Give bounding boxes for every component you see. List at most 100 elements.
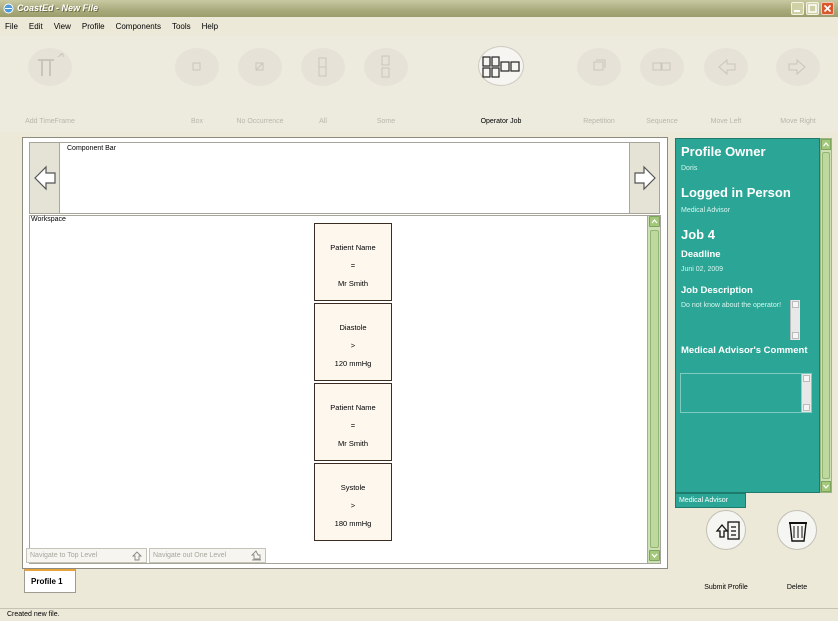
all-label: All — [319, 118, 327, 125]
component-bar-left-button[interactable] — [30, 143, 60, 213]
close-icon — [823, 4, 832, 13]
card-operator: > — [350, 341, 356, 350]
condition-card[interactable]: Systole > 180 mmHg — [314, 463, 392, 541]
deadline-value: Juni 02, 2009 — [681, 266, 724, 273]
comment-scrollbar[interactable] — [801, 374, 811, 412]
submit-profile-button[interactable] — [706, 510, 746, 550]
card-attribute: Patient Name — [330, 403, 376, 412]
all-button[interactable] — [301, 48, 345, 86]
some-button[interactable] — [364, 48, 408, 86]
scroll-down-button[interactable] — [803, 404, 810, 411]
job-description-scrollbar[interactable] — [790, 300, 800, 340]
scroll-down-button[interactable] — [649, 550, 660, 561]
card-operator: > — [350, 501, 356, 510]
scroll-up-button[interactable] — [803, 375, 810, 382]
move-right-label: Move Right — [780, 118, 816, 125]
component-bar-right-button[interactable] — [629, 143, 659, 213]
close-button[interactable] — [821, 2, 834, 15]
box-button[interactable] — [175, 48, 219, 86]
status-text: Created new file. — [7, 611, 60, 618]
delete-label: Delete — [786, 584, 808, 591]
navigate-out-level-button[interactable]: Navigate out One Level — [149, 548, 266, 563]
menu-profile[interactable]: Profile — [82, 22, 105, 31]
comment-heading: Medical Advisor's Comment — [681, 345, 808, 356]
scroll-up-button[interactable] — [792, 301, 799, 308]
tab-medical-advisor[interactable]: Medical Advisor — [675, 493, 746, 508]
operator-job-icon — [482, 56, 520, 78]
sequence-icon — [652, 62, 671, 71]
tab-profile-1-label: Profile 1 — [31, 577, 63, 586]
chevron-up-icon — [823, 142, 829, 147]
profile-owner-heading: Profile Owner — [681, 144, 766, 159]
menu-components[interactable]: Components — [116, 22, 161, 31]
card-operator: = — [350, 421, 356, 430]
repetition-icon — [593, 59, 606, 71]
up-arrow-icon — [132, 551, 142, 561]
sequence-label: Sequence — [646, 118, 678, 125]
card-operator: = — [350, 261, 356, 270]
condition-card[interactable]: Diastole > 120 mmHg — [314, 303, 392, 381]
delete-button[interactable] — [777, 510, 817, 550]
condition-card[interactable]: Patient Name = Mr Smith — [314, 223, 392, 301]
scroll-thumb[interactable] — [650, 230, 659, 548]
menu-tools[interactable]: Tools — [172, 22, 191, 31]
tab-profile-1[interactable]: Profile 1 — [24, 569, 76, 593]
timeframe-icon — [38, 53, 64, 76]
menu-help[interactable]: Help — [202, 22, 218, 31]
workspace-scrollbar[interactable] — [647, 216, 660, 563]
scroll-down-button[interactable] — [821, 481, 831, 492]
scroll-thumb[interactable] — [822, 152, 830, 479]
up-level-icon — [251, 550, 261, 561]
scroll-down-button[interactable] — [792, 332, 799, 339]
tab-medical-advisor-label: Medical Advisor — [679, 497, 729, 504]
no-occurrence-button[interactable] — [238, 48, 282, 86]
job-heading: Job 4 — [681, 227, 715, 242]
comment-textbox[interactable] — [680, 373, 812, 413]
minimize-button[interactable] — [791, 2, 804, 15]
job-description-box[interactable]: Do not know about the operator! — [679, 300, 800, 340]
arrow-left-icon — [718, 58, 736, 76]
menu-bar: File Edit View Profile Components Tools … — [0, 17, 838, 36]
card-attribute: Patient Name — [330, 243, 376, 252]
menu-file[interactable]: File — [5, 22, 18, 31]
move-right-button[interactable] — [776, 48, 820, 86]
scroll-up-button[interactable] — [821, 139, 831, 150]
card-attribute: Diastole — [339, 323, 367, 332]
maximize-icon — [808, 4, 817, 13]
add-timeframe-button[interactable] — [28, 48, 72, 86]
sequence-button[interactable] — [640, 48, 684, 86]
maximize-button[interactable] — [806, 2, 819, 15]
menu-view[interactable]: View — [54, 22, 71, 31]
component-bar-label: Component Bar — [67, 145, 117, 152]
navigate-out-level-label: Navigate out One Level — [153, 552, 227, 559]
arrow-left-icon — [34, 165, 56, 191]
chevron-down-icon — [651, 553, 658, 559]
app-icon — [3, 3, 14, 14]
profile-info-scrollbar[interactable] — [820, 138, 832, 493]
some-label: Some — [376, 118, 396, 125]
scroll-up-button[interactable] — [649, 216, 660, 227]
box-label: Box — [190, 118, 204, 125]
operator-job-label: Operator Job — [480, 118, 522, 125]
deadline-heading: Deadline — [681, 249, 721, 260]
component-bar: Component Bar — [29, 142, 660, 214]
navigate-top-level-label: Navigate to Top Level — [30, 552, 98, 559]
navigate-top-level-button[interactable]: Navigate to Top Level — [26, 548, 147, 563]
profile-tabstrip: Profile 1 — [22, 569, 668, 597]
all-icon — [318, 57, 327, 77]
repetition-label: Repetition — [583, 118, 615, 125]
logged-in-heading: Logged in Person — [681, 185, 791, 200]
no-occurrence-icon — [255, 62, 264, 71]
condition-card[interactable]: Patient Name = Mr Smith — [314, 383, 392, 461]
move-left-button[interactable] — [704, 48, 748, 86]
workspace[interactable]: Workspace Patient Name = Mr Smith Diasto… — [29, 215, 661, 564]
arrow-right-icon — [634, 165, 656, 191]
card-value: Mr Smith — [338, 279, 368, 288]
repetition-button[interactable] — [577, 48, 621, 86]
toolbar: Add TimeFrame Box No Occurrence All Some… — [0, 36, 838, 132]
card-value: 180 mmHg — [334, 519, 372, 528]
operator-job-button[interactable] — [478, 46, 524, 86]
profile-owner-value: Doris — [681, 165, 698, 172]
no-occurrence-label: No Occurrence — [236, 118, 284, 125]
menu-edit[interactable]: Edit — [29, 22, 43, 31]
